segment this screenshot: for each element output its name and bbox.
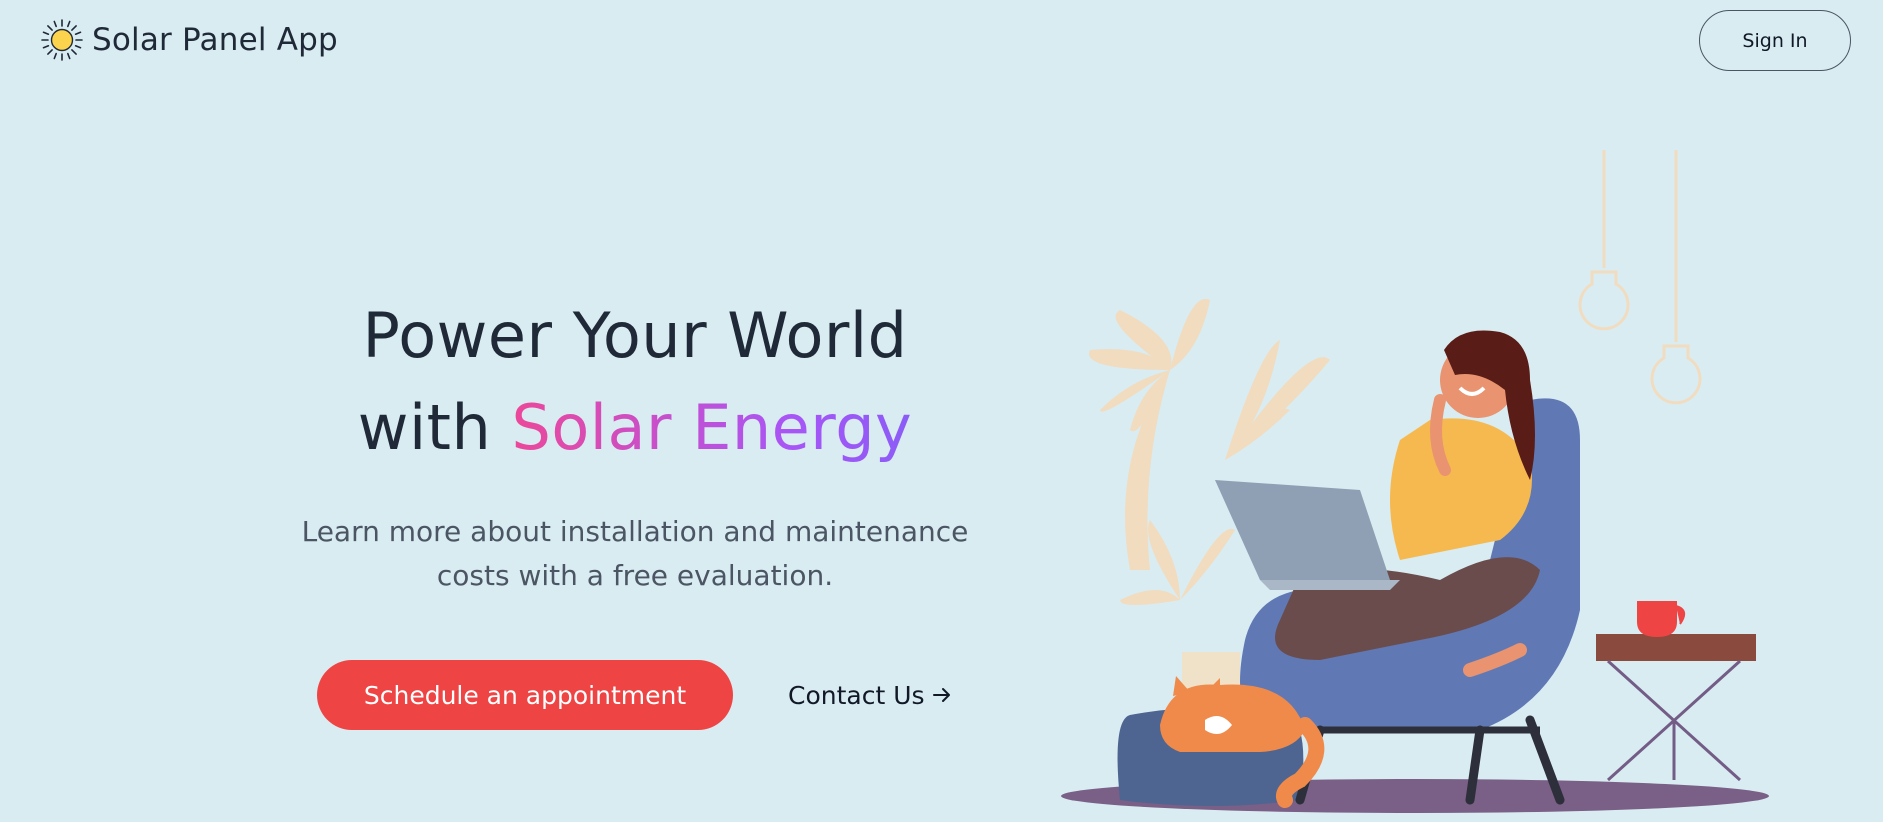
side-table — [1596, 601, 1756, 782]
arrow-right-icon — [932, 688, 950, 702]
sign-in-button[interactable]: Sign In — [1699, 10, 1851, 71]
hanging-bulbs-icon — [1578, 150, 1702, 405]
sun-icon — [41, 19, 83, 61]
hero-actions: Schedule an appointment Contact Us — [317, 660, 953, 730]
contact-us-label: Contact Us — [788, 680, 925, 710]
hero-subtitle: Learn more about installation and mainte… — [240, 510, 1030, 598]
subtitle-line-2: costs with a free evaluation. — [436, 559, 834, 592]
schedule-appointment-button[interactable]: Schedule an appointment — [317, 660, 733, 730]
headline-accent: Solar Energy — [511, 391, 913, 464]
hero-headline: Power Your World with Solar Energy — [240, 290, 1030, 474]
headline-line-1: Power Your World — [362, 299, 908, 372]
cup-icon — [1637, 601, 1686, 638]
brand-name: Solar Panel App — [92, 22, 338, 58]
headline-line-2-prefix: with — [357, 391, 512, 464]
subtitle-line-1: Learn more about installation and mainte… — [301, 515, 969, 548]
woman-on-armchair-with-laptop-illustration — [1061, 150, 1769, 813]
hero-text: Power Your World with Solar Energy Learn… — [240, 290, 1030, 598]
top-bar: Solar Panel App Sign In — [0, 0, 1883, 84]
contact-us-link[interactable]: Contact Us — [788, 681, 953, 710]
logo[interactable]: Solar Panel App — [40, 18, 338, 62]
